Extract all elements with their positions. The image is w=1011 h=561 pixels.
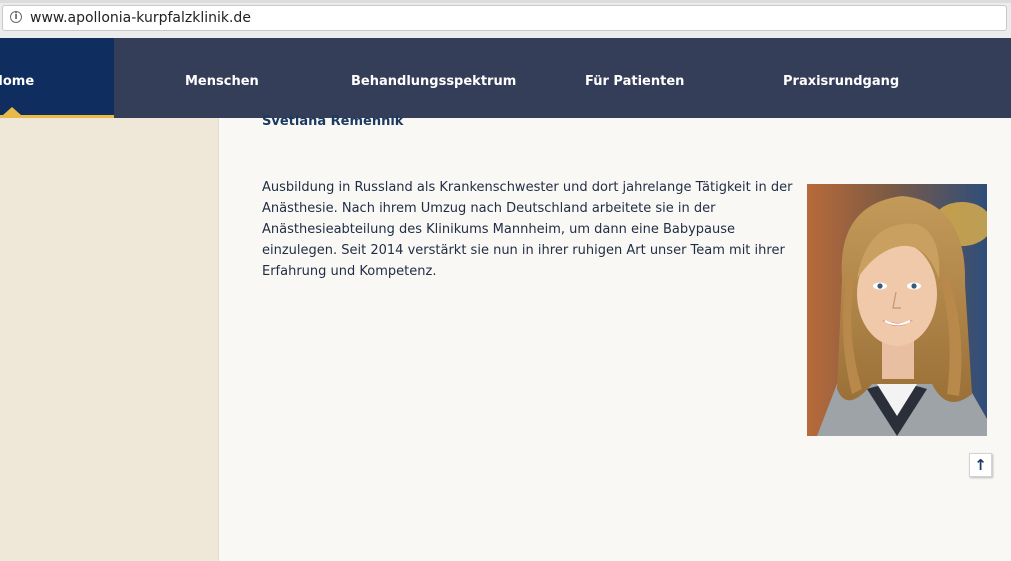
person-bio: Ausbildung in Russland als Krankenschwes…: [262, 180, 793, 279]
person-name: Svetlana Remennik: [262, 114, 404, 129]
nav-item-home[interactable]: Home: [0, 38, 114, 118]
sidebar-texture: [0, 118, 219, 561]
browser-address-bar: i www.apollonia-kurpfalzklinik.de: [0, 0, 1011, 39]
url-text[interactable]: www.apollonia-kurpfalzklinik.de: [30, 10, 251, 26]
back-to-top-button[interactable]: ↑: [969, 453, 992, 477]
nav-item-fuer-patienten[interactable]: Für Patienten: [585, 74, 684, 89]
active-caret-icon: [3, 107, 21, 115]
main-navigation: Home Menschen Behandlungsspektrum Für Pa…: [0, 38, 1011, 118]
arrow-up-icon: ↑: [974, 456, 987, 474]
nav-item-menschen[interactable]: Menschen: [185, 74, 259, 89]
person-photo: [807, 184, 987, 436]
info-icon[interactable]: i: [10, 11, 22, 23]
nav-item-praxisrundgang[interactable]: Praxisrundgang: [783, 74, 899, 89]
nav-item-home-label[interactable]: Home: [0, 74, 34, 89]
url-field[interactable]: i www.apollonia-kurpfalzklinik.de: [2, 5, 1007, 31]
nav-item-behandlungsspektrum[interactable]: Behandlungsspektrum: [351, 74, 516, 89]
browser-tab-strip: [0, 0, 1011, 3]
